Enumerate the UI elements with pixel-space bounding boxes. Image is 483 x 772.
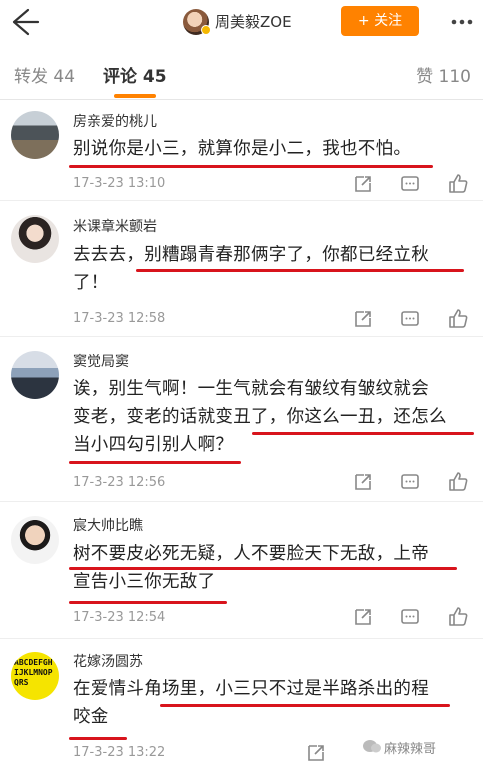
like-icon[interactable]	[447, 307, 469, 329]
tab-repost[interactable]: 转发 44	[14, 66, 75, 88]
comment-item: 房亲爱的桃儿 别说你是小三，就算你是小二，我也不怕。 17-3-23 13:10	[0, 101, 483, 201]
share-icon[interactable]	[305, 742, 327, 764]
comment-username[interactable]: 房亲爱的桃儿	[73, 113, 157, 131]
share-icon[interactable]	[352, 606, 374, 628]
avatar-letters: ABCDEFGHIJKLMNOPQRS	[14, 658, 53, 687]
top-bar: 周美毅ZOE + 关注	[0, 0, 483, 44]
like-icon[interactable]	[447, 470, 469, 492]
comment-line: 咬金	[73, 707, 109, 727]
reply-icon[interactable]	[399, 173, 421, 195]
comment-time: 17-3-23 13:22	[73, 745, 166, 760]
red-underline	[69, 601, 227, 604]
comment-text: 别说你是小三，就算你是小二，我也不怕。	[73, 135, 473, 163]
share-icon[interactable]	[352, 308, 374, 330]
red-underline	[69, 165, 433, 168]
back-arrow-icon[interactable]	[6, 6, 40, 38]
comment-item: 窦觉局窦 诶，别生气啊！一生气就会有皱纹有皱纹就会 变老，变老的话就变丑了，你这…	[0, 337, 483, 502]
verified-badge-icon	[201, 25, 211, 35]
avatar[interactable]: ABCDEFGHIJKLMNOPQRS	[11, 652, 59, 700]
comment-line: 在爱情斗角场里，小三只不过是半路杀出的程	[73, 679, 429, 699]
comment-time: 17-3-23 12:58	[73, 311, 166, 326]
follow-button[interactable]: + 关注	[341, 6, 419, 36]
tab-comment[interactable]: 评论 45	[103, 66, 167, 88]
comment-username[interactable]: 窦觉局窦	[73, 353, 129, 371]
comment-time: 17-3-23 12:56	[73, 475, 166, 490]
comment-item: 宸大帅比瞧 树不要皮必死无疑，人不要脸天下无敌，上帝 宣告小三你无敌了 17-3…	[0, 502, 483, 639]
comment-line: 别说你是小三，就算你是小二，我也不怕。	[73, 139, 412, 159]
watermark-text: 麻辣辣哥	[384, 742, 437, 757]
comment-username[interactable]: 花嫁汤圆苏	[73, 653, 143, 671]
red-underline	[252, 432, 474, 435]
red-underline	[69, 461, 241, 464]
reply-icon[interactable]	[399, 471, 421, 493]
comment-time: 17-3-23 13:10	[73, 176, 166, 191]
avatar[interactable]	[11, 111, 59, 159]
like-icon[interactable]	[447, 172, 469, 194]
active-tab-indicator	[114, 94, 156, 98]
red-underline	[69, 567, 457, 570]
red-underline	[160, 704, 450, 707]
like-icon[interactable]	[447, 605, 469, 627]
comment-time: 17-3-23 12:54	[73, 610, 166, 625]
reply-icon[interactable]	[399, 308, 421, 330]
share-icon[interactable]	[352, 471, 374, 493]
comment-text: 诶，别生气啊！一生气就会有皱纹有皱纹就会 变老，变老的话就变丑了，你这么一丑，还…	[73, 375, 473, 459]
comment-username[interactable]: 宸大帅比瞧	[73, 517, 143, 535]
comment-line: 树不要皮必死无疑，人不要脸天下无敌，上帝	[73, 544, 429, 564]
reply-icon[interactable]	[399, 606, 421, 628]
avatar[interactable]	[11, 351, 59, 399]
watermark-logo-icon	[362, 738, 382, 754]
comment-line: 诶，别生气啊！一生气就会有皱纹有皱纹就会	[73, 379, 429, 399]
avatar[interactable]	[11, 215, 59, 263]
more-options-icon[interactable]	[448, 9, 476, 35]
red-underline	[69, 737, 127, 740]
red-underline	[136, 269, 464, 272]
comment-line: 去去去，别糟蹋青春那俩字了，你都已经立秋	[73, 245, 429, 265]
comment-text: 在爱情斗角场里，小三只不过是半路杀出的程 咬金	[73, 675, 473, 731]
comment-line: 了！	[73, 273, 109, 293]
tab-like[interactable]: 赞 110	[416, 66, 471, 88]
avatar[interactable]	[11, 516, 59, 564]
share-icon[interactable]	[352, 173, 374, 195]
comment-username[interactable]: 米课章米颤岩	[73, 218, 157, 236]
comment-line: 当小四勾引别人啊？	[73, 435, 234, 455]
comment-item: 米课章米颤岩 去去去，别糟蹋青春那俩字了，你都已经立秋 了！ 17-3-23 1…	[0, 201, 483, 337]
comment-line: 宣告小三你无敌了	[73, 572, 216, 592]
comment-line: 变老，变老的话就变丑了，你这么一丑，还怎么	[73, 407, 447, 427]
author-name[interactable]: 周美毅ZOE	[215, 12, 292, 32]
tab-bar: 转发 44 评论 45 赞 110	[0, 44, 483, 100]
